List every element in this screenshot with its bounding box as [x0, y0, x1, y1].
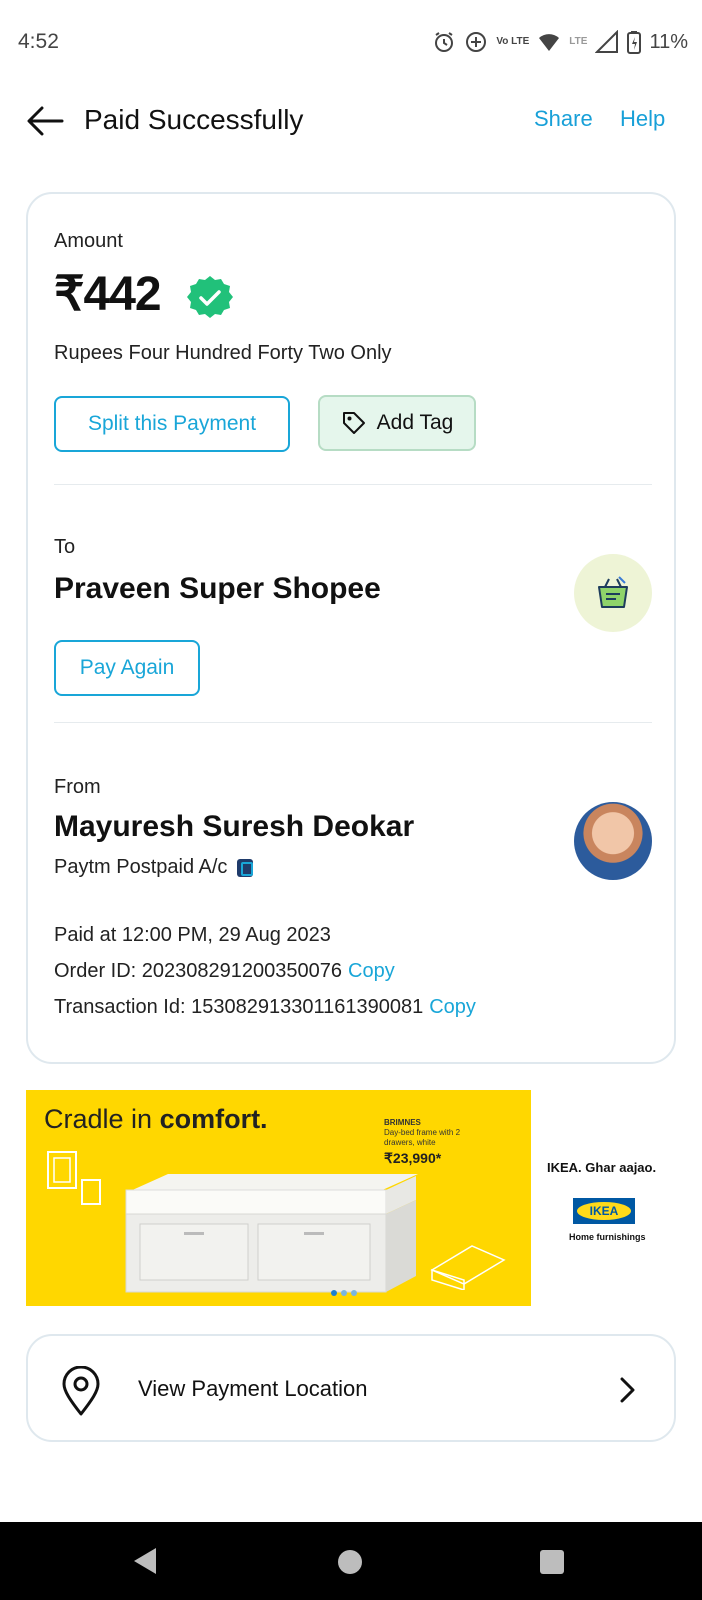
- banner-headline: Cradle in comfort.: [44, 1104, 268, 1135]
- frame-decor-icon: [47, 1151, 101, 1205]
- alarm-icon: [435, 32, 454, 52]
- nav-recents-button[interactable]: [540, 1550, 564, 1574]
- amount-label: Amount: [54, 230, 123, 252]
- ad-banner-brand[interactable]: IKEA. Ghar aajao. IKEA Home furnishings: [531, 1090, 671, 1306]
- battery-icon: [627, 31, 642, 54]
- transaction-id-text: Transaction Id: 153082913301161390081: [54, 996, 424, 1018]
- carousel-dot[interactable]: [341, 1290, 347, 1296]
- paytm-wallet-icon: [237, 858, 254, 877]
- battery-level: 11%: [649, 30, 688, 53]
- banner-headline-a: Cradle in: [44, 1104, 160, 1134]
- share-link[interactable]: Share: [534, 106, 593, 132]
- amount-in-words: Rupees Four Hundred Forty Two Only: [54, 342, 392, 364]
- arrow-left-icon[interactable]: [26, 104, 64, 138]
- tag-icon: [342, 412, 365, 434]
- ad-banner[interactable]: Cradle in comfort. BRIMNES Day-bed frame…: [26, 1090, 531, 1306]
- split-payment-button[interactable]: Split this Payment: [54, 396, 290, 452]
- shopping-basket-icon: [598, 576, 628, 608]
- carousel-dot[interactable]: [351, 1290, 357, 1296]
- status-icons: Vo LTE LTE 11%: [432, 30, 688, 54]
- divider: [54, 484, 652, 485]
- nav-home-button[interactable]: [338, 1550, 362, 1574]
- banner-product: BRIMNES Day-bed frame with 2 drawers, wh…: [384, 1118, 468, 1148]
- daybed-image: [125, 1174, 418, 1293]
- banner-logo-sub: Home furnishings: [569, 1232, 646, 1242]
- mattress-decor-icon: [430, 1245, 506, 1290]
- view-payment-location-label: View Payment Location: [138, 1376, 368, 1401]
- nav-back-button[interactable]: [134, 1548, 156, 1574]
- copy-order-id-button[interactable]: Copy: [348, 960, 395, 982]
- status-time: 4:52: [18, 30, 59, 53]
- payee-name: Praveen Super Shopee: [54, 572, 381, 605]
- payer-account-label: Paytm Postpaid A/c: [54, 856, 228, 878]
- add-tag-label: Add Tag: [376, 411, 454, 434]
- wifi-icon: [539, 34, 560, 51]
- payer-name: Mayuresh Suresh Deokar: [54, 810, 415, 843]
- ikea-logo-text: IKEA: [577, 1202, 631, 1220]
- transaction-id-row: Transaction Id: 153082913301161390081 Cop…: [54, 996, 476, 1019]
- paid-at-text: Paid at 12:00 PM, 29 Aug 2023: [54, 924, 331, 946]
- status-bar: 4:52 Vo LTE LTE 11%: [0, 0, 702, 86]
- amount-value: ₹442: [54, 268, 162, 321]
- carousel-indicator[interactable]: [331, 1290, 357, 1296]
- payment-card: Amount ₹442 Rupees Four Hundred Forty Tw…: [26, 192, 676, 1064]
- ikea-logo: IKEA: [573, 1198, 635, 1224]
- banner-headline-b: comfort.: [159, 1104, 268, 1134]
- data-saver-icon: [466, 32, 487, 52]
- order-id-text: Order ID: 202308291200350076: [54, 960, 343, 982]
- payee-avatar: [574, 554, 652, 632]
- help-link[interactable]: Help: [620, 106, 665, 132]
- add-tag-button[interactable]: Add Tag: [318, 395, 476, 451]
- verified-badge-icon: [187, 276, 233, 318]
- system-nav-bar: [0, 1522, 702, 1600]
- volte-label: Vo LTE: [496, 36, 530, 47]
- from-label: From: [54, 776, 101, 798]
- location-pin-icon: [62, 1366, 100, 1416]
- banner-price: ₹23,990*: [384, 1150, 442, 1166]
- banner-product-name: BRIMNES: [384, 1118, 421, 1127]
- pay-again-button[interactable]: Pay Again: [54, 640, 200, 696]
- copy-transaction-id-button[interactable]: Copy: [429, 996, 476, 1018]
- banner-product-desc: Day-bed frame with 2 drawers, white: [384, 1128, 461, 1147]
- order-id-row: Order ID: 202308291200350076 Copy: [54, 960, 395, 983]
- divider: [54, 722, 652, 723]
- payer-account: Paytm Postpaid A/c: [54, 856, 254, 879]
- view-payment-location-row[interactable]: View Payment Location: [26, 1334, 676, 1442]
- carousel-dot[interactable]: [331, 1290, 337, 1296]
- banner-tagline: IKEA. Ghar aajao.: [547, 1160, 657, 1175]
- chevron-right-icon: [620, 1377, 635, 1403]
- signal-icon: [595, 30, 619, 53]
- app-header: Paid Successfully Share Help: [0, 86, 702, 158]
- payer-avatar: [574, 802, 652, 880]
- lte-label: LTE: [569, 36, 588, 47]
- page-title: Paid Successfully: [84, 104, 304, 135]
- to-label: To: [54, 536, 76, 558]
